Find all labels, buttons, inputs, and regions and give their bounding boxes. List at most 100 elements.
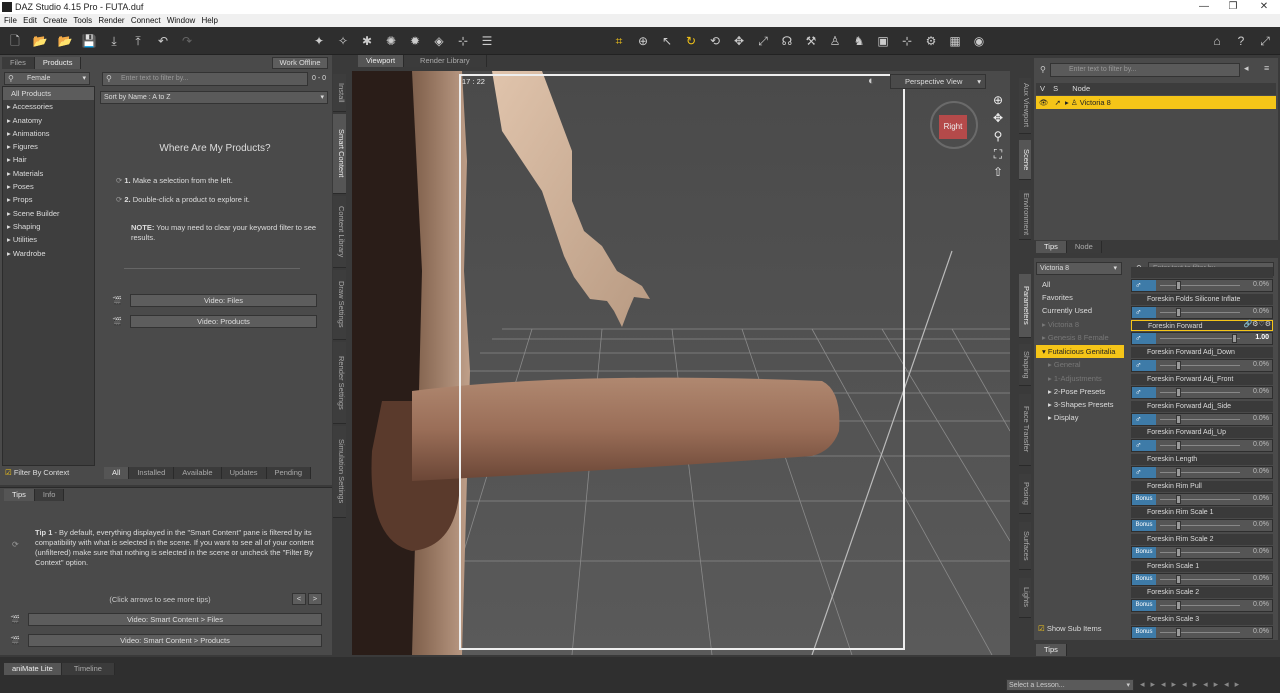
category-animations[interactable]: ▸ Animations bbox=[3, 127, 94, 140]
tab-updates[interactable]: Updates bbox=[221, 467, 267, 479]
parameter-slider[interactable]: ♂ 0.0% bbox=[1131, 385, 1273, 399]
slider-knob[interactable] bbox=[1176, 628, 1181, 638]
parameter-value[interactable]: 0.0% bbox=[1253, 441, 1269, 448]
parameter-value[interactable]: 0.0% bbox=[1253, 388, 1269, 395]
redo-icon[interactable]: ↷ bbox=[178, 32, 196, 50]
parameter-row[interactable]: Foreskin Rim Scale 1 Bonus 0.0% bbox=[1131, 507, 1273, 534]
parameter-value[interactable]: 0.0% bbox=[1253, 281, 1269, 288]
tab-tips[interactable]: Tips bbox=[4, 489, 35, 501]
close-icon[interactable]: ✕ bbox=[1250, 1, 1278, 12]
parameter-value[interactable]: 0.0% bbox=[1253, 521, 1269, 528]
param-group-general[interactable]: ▸ General bbox=[1036, 358, 1124, 371]
tab-info[interactable]: Info bbox=[34, 489, 65, 501]
slider-knob[interactable] bbox=[1176, 521, 1181, 531]
category-scene-builder[interactable]: ▸ Scene Builder bbox=[3, 207, 94, 220]
category-utilities[interactable]: ▸ Utilities bbox=[3, 233, 94, 246]
scale-icon[interactable]: ⤢ bbox=[754, 32, 772, 50]
parameter-slider[interactable]: ♂ 0.0% bbox=[1131, 439, 1273, 453]
parameter-row[interactable]: Foreskin Forward Adj_Up ♂ 0.0% bbox=[1131, 427, 1273, 454]
distant-light-icon[interactable]: ✹ bbox=[406, 32, 424, 50]
merge-icon[interactable]: 📂 bbox=[56, 32, 74, 50]
menu-window[interactable]: Window bbox=[167, 14, 195, 27]
undo-icon[interactable]: ↶ bbox=[154, 32, 172, 50]
category-hair[interactable]: ▸ Hair bbox=[3, 153, 94, 166]
new-icon[interactable]: 🗋 bbox=[6, 32, 24, 50]
slider-knob[interactable] bbox=[1176, 441, 1181, 451]
video-products-button[interactable]: Video: Products bbox=[130, 315, 317, 328]
tab-render-settings[interactable]: Render Settings bbox=[333, 342, 346, 424]
figure-icon[interactable]: ♙ bbox=[826, 32, 844, 50]
light-create-icon[interactable]: ✧ bbox=[334, 32, 352, 50]
spot-render-icon[interactable]: ⊹ bbox=[898, 32, 916, 50]
tab-install[interactable]: Install bbox=[333, 74, 346, 112]
scene-node-row[interactable]: 👁 ➚ ▸ ♙ Victoria 8 bbox=[1036, 96, 1276, 109]
minimize-icon[interactable]: — bbox=[1190, 1, 1218, 12]
tab-surfaces[interactable]: Surfaces bbox=[1019, 522, 1031, 570]
parameter-value[interactable]: 0.0% bbox=[1253, 415, 1269, 422]
save-icon[interactable]: 💾 bbox=[80, 32, 98, 50]
zoom-icon[interactable]: ⚲ bbox=[990, 127, 1006, 145]
parameter-row[interactable]: Foreskin Forward Adj_Down ♂ 0.0% bbox=[1131, 347, 1273, 374]
tab-node[interactable]: Node bbox=[1066, 241, 1102, 253]
slider-knob[interactable] bbox=[1232, 334, 1237, 344]
param-group-currently-used[interactable]: Currently Used bbox=[1036, 304, 1124, 317]
tab-face-transfer[interactable]: Face Transfer bbox=[1019, 394, 1031, 466]
tab-environment[interactable]: Environment bbox=[1019, 190, 1031, 240]
parameter-row[interactable]: Foreskin Scale 2 Bonus 0.0% bbox=[1131, 587, 1273, 614]
param-group-adjustments[interactable]: ▸ 1-Adjustments bbox=[1036, 372, 1124, 385]
category-all-products[interactable]: All Products bbox=[3, 87, 94, 101]
param-group-pose-presets[interactable]: ▸ 2-Pose Presets bbox=[1036, 385, 1124, 398]
parameter-slider[interactable]: ♂ 0.0% bbox=[1131, 279, 1273, 292]
param-group-victoria[interactable]: ▸ Victoria 8 bbox=[1036, 318, 1124, 331]
tab-installed[interactable]: Installed bbox=[129, 467, 175, 479]
parameter-row[interactable]: Foreskin Forward Adj_Front ♂ 0.0% bbox=[1131, 373, 1273, 401]
parameter-value[interactable]: 0.0% bbox=[1253, 361, 1269, 368]
next-tip-button[interactable]: > bbox=[308, 593, 322, 605]
parameter-slider[interactable]: ♂ 0.0% bbox=[1131, 305, 1273, 319]
category-accessories[interactable]: ▸ Accessories bbox=[3, 100, 94, 113]
parameter-row[interactable]: Foreskin Length ♂ 0.0% bbox=[1131, 453, 1273, 481]
video-smart-content-products-button[interactable]: Video: Smart Content > Products bbox=[28, 634, 322, 647]
parameter-tools-icon[interactable]: 🔗⚙♡⚙ bbox=[1243, 320, 1271, 328]
open-icon[interactable]: 📂 bbox=[31, 32, 49, 50]
slider-knob[interactable] bbox=[1176, 467, 1181, 477]
tab-files[interactable]: Files bbox=[2, 57, 35, 69]
menu-file[interactable]: File bbox=[4, 14, 17, 27]
work-offline-button[interactable]: Work Offline bbox=[272, 57, 328, 69]
param-group-shapes-presets[interactable]: ▸ 3-Shapes Presets bbox=[1036, 398, 1124, 411]
tab-aux-viewport[interactable]: Aux Viewport bbox=[1019, 78, 1031, 134]
prev-tip-button[interactable]: < bbox=[292, 593, 306, 605]
tab-tips[interactable]: Tips bbox=[1036, 644, 1067, 656]
param-group-futalicious[interactable]: ▾ Futalicious Genitalia bbox=[1036, 345, 1124, 358]
render-camera-icon[interactable]: ◉ bbox=[970, 32, 988, 50]
slider-knob[interactable] bbox=[1176, 414, 1181, 424]
category-figures[interactable]: ▸ Figures bbox=[3, 140, 94, 153]
parameter-value[interactable]: 0.0% bbox=[1253, 575, 1269, 582]
menu-help[interactable]: Help bbox=[202, 14, 218, 27]
menu-edit[interactable]: Edit bbox=[23, 14, 37, 27]
rotate-tool-icon[interactable]: ↻ bbox=[682, 32, 700, 50]
tab-lights[interactable]: Lights bbox=[1019, 578, 1031, 618]
primitive-icon[interactable]: ◈ bbox=[430, 32, 448, 50]
tab-scene[interactable]: Scene bbox=[1019, 140, 1031, 180]
parameter-slider[interactable]: ♂ 0.0% bbox=[1131, 359, 1273, 373]
universal-tool-icon[interactable]: ⊕ bbox=[634, 32, 652, 50]
joint-editor-icon[interactable]: ☊ bbox=[778, 32, 796, 50]
category-props[interactable]: ▸ Props bbox=[3, 193, 94, 206]
parameter-value[interactable]: 0.0% bbox=[1253, 495, 1269, 502]
tab-posing[interactable]: Posing bbox=[1019, 474, 1031, 514]
home-icon[interactable]: ⌂ bbox=[1208, 32, 1226, 50]
parameter-row[interactable]: Foreskin Scale 1 Bonus 0.0% bbox=[1131, 560, 1273, 588]
tab-tips[interactable]: Tips bbox=[1036, 241, 1067, 253]
figure-select[interactable]: Victoria 8 ▾ bbox=[1036, 262, 1122, 275]
slider-knob[interactable] bbox=[1176, 281, 1181, 290]
frame-icon[interactable]: ⛶ bbox=[990, 145, 1006, 163]
param-group-display[interactable]: ▸ Display bbox=[1036, 411, 1124, 424]
slider-knob[interactable] bbox=[1176, 361, 1181, 371]
menu-tools[interactable]: Tools bbox=[73, 14, 92, 27]
translate-icon[interactable]: ✥ bbox=[730, 32, 748, 50]
null-icon[interactable]: ⊹ bbox=[454, 32, 472, 50]
eye-icon[interactable]: 👁 bbox=[1039, 98, 1049, 107]
tab-available[interactable]: Available bbox=[174, 467, 222, 479]
slider-knob[interactable] bbox=[1176, 307, 1181, 317]
